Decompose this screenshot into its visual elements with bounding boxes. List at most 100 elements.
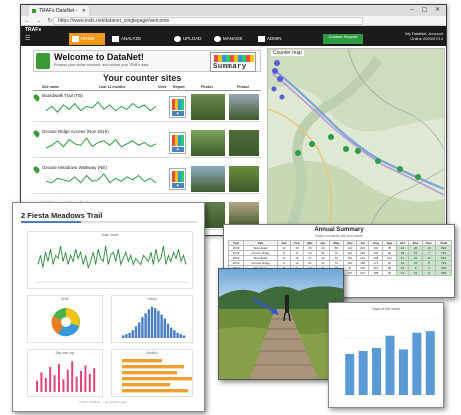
upload-icon	[174, 36, 181, 42]
tab-bar: TRAFx DataNet - Home ✕ – ▢ ✕	[21, 5, 446, 24]
summary-cell: 19	[408, 270, 423, 276]
site-row[interactable]: Grouse Meadows Walkway (NE) ▶	[32, 164, 261, 194]
address-bar: ← → ↻ https://www.trafx.net/datanet_sing…	[21, 16, 446, 31]
nav-home-button[interactable]: HOME	[69, 33, 105, 45]
report-button[interactable]: ▶	[169, 132, 186, 154]
dow-title: DOW	[61, 297, 69, 301]
user-info[interactable]: My DataNet, Account Online 2020/07/14	[405, 31, 443, 41]
site-photo-thumbnail[interactable]	[229, 166, 259, 192]
sparkline-series	[45, 101, 157, 113]
nav-upload-button[interactable]: UPLOAD	[171, 33, 209, 45]
hourly-bar	[128, 332, 131, 338]
map-title: Counter map	[271, 50, 304, 56]
days-of-week-bar	[345, 353, 355, 395]
hourly-bar	[160, 314, 163, 338]
site-photo-thumbnail[interactable]	[191, 94, 225, 120]
view-icon: ▶	[172, 147, 184, 152]
day-over-day-bar	[62, 379, 65, 392]
hourly-bar	[141, 317, 144, 338]
hourly-bar	[154, 308, 157, 338]
summary-cell: 9	[421, 270, 437, 276]
daily-count-series	[37, 245, 187, 270]
counter-map[interactable]: Counter map	[268, 49, 444, 234]
hourly-panel: Hourly	[111, 295, 193, 343]
report-chart-icon	[172, 99, 184, 110]
site-photo-thumbnail[interactable]	[229, 94, 259, 120]
col-site-name[interactable]: Site name	[42, 85, 59, 89]
hourly-bar	[182, 335, 186, 338]
url-field[interactable]: https://www.trafx.net/datanet_singlepage…	[53, 17, 363, 25]
datanet-logo-icon	[36, 53, 50, 69]
close-tab-icon[interactable]: ✕	[82, 6, 86, 16]
nav-admin-button[interactable]: ADMIN	[255, 33, 295, 45]
site-sparkline	[45, 101, 157, 113]
days-of-week-chart	[343, 318, 437, 396]
hourly-bar	[163, 318, 166, 338]
day-over-day-bar	[93, 368, 96, 392]
daily-count-chart	[36, 245, 188, 283]
days-of-week-bar	[412, 332, 422, 395]
site-photo-thumbnail[interactable]	[191, 130, 225, 156]
welcome-title: Welcome to DataNet!	[54, 52, 144, 62]
hourly-bar	[179, 334, 182, 338]
hourly-chart	[122, 306, 186, 338]
favicon-icon	[32, 9, 36, 13]
hourly-bar	[144, 313, 147, 338]
site-photo-thumbnail[interactable]	[229, 130, 259, 156]
days-of-week-card: Days of the week	[328, 302, 444, 408]
hourly-bar	[122, 335, 125, 338]
hourly-bar	[176, 332, 179, 338]
day-over-day-bar	[40, 372, 43, 392]
contact-support-button[interactable]: Contact Support	[323, 34, 363, 44]
menu-icon[interactable]: ☰	[25, 35, 39, 43]
monthly-title: Monthly	[146, 351, 158, 355]
nav-analyze-button[interactable]: ANALYZE	[109, 33, 149, 45]
col-photo1: Photo1	[201, 85, 214, 89]
report-title: 2 Fiesta Meadows Trail	[21, 211, 103, 220]
hourly-title: Hourly	[147, 297, 157, 301]
summary-cell: 137	[342, 270, 357, 276]
report-button[interactable]: ▶	[169, 96, 186, 118]
day-over-day-bar	[49, 366, 52, 392]
extension-icons[interactable]	[420, 18, 442, 31]
day-over-day-bar	[36, 380, 38, 392]
collage: TRAFx DataNet - Home ✕ – ▢ ✕ ← → ↻ https…	[0, 0, 461, 415]
days-of-week-bar	[385, 335, 395, 395]
site-row[interactable]: Boardwalk Trail (TB) ▶	[32, 92, 261, 122]
browser-tab[interactable]: TRAFx DataNet - Home ✕	[29, 6, 89, 24]
monthly-bar	[122, 365, 184, 369]
day-over-day-bar	[44, 378, 47, 392]
sites-title: Your counter sites	[103, 73, 182, 83]
report-button[interactable]: ▶	[169, 168, 186, 190]
daily-count-panel: Daily Count	[27, 231, 193, 289]
nav-manage-button[interactable]: MANAGE	[211, 33, 251, 45]
site-row[interactable]: Grouse Ridge Access (Nov 2016) ▶	[32, 128, 261, 158]
annual-summary-title: Annual Summary	[314, 227, 364, 233]
hourly-bar	[138, 322, 141, 338]
day-over-day-chart	[36, 361, 96, 392]
welcome-text: Process your online counters, and unload…	[54, 63, 150, 67]
days-of-week-bar	[398, 349, 408, 395]
summary-button[interactable]: Summary	[210, 52, 256, 72]
site-photo-thumbnail[interactable]	[191, 166, 225, 192]
summary-cell: 188	[368, 270, 384, 276]
summary-cell: 92	[382, 270, 397, 276]
brand-logo[interactable]: TRAFx	[25, 27, 41, 33]
daily-count-title: Daily Count	[101, 233, 119, 237]
window-controls[interactable]: – ▢ ✕	[411, 6, 443, 13]
nav-arrows-icon[interactable]: ← → ↻	[24, 17, 54, 24]
monthly-panel: Monthly	[111, 349, 193, 397]
day-over-day-panel: Day over day	[27, 349, 103, 397]
monthly-bar	[122, 383, 170, 387]
site-sparkline	[45, 173, 157, 184]
col-report: Report	[173, 85, 185, 89]
hourly-bar	[170, 327, 173, 338]
report-footer: TRAFx DataNet — generated report	[78, 400, 128, 404]
day-over-day-title: Day over day	[55, 351, 75, 355]
gear-icon	[214, 36, 221, 42]
report-divider	[21, 221, 197, 223]
boardwalk-photo	[218, 268, 344, 380]
map-canvas[interactable]	[268, 49, 444, 234]
sparkline-series	[45, 137, 157, 149]
app-header: TRAFx ☰ HOME ANALYZE UPLOAD MANAGE ADMIN…	[21, 26, 446, 46]
